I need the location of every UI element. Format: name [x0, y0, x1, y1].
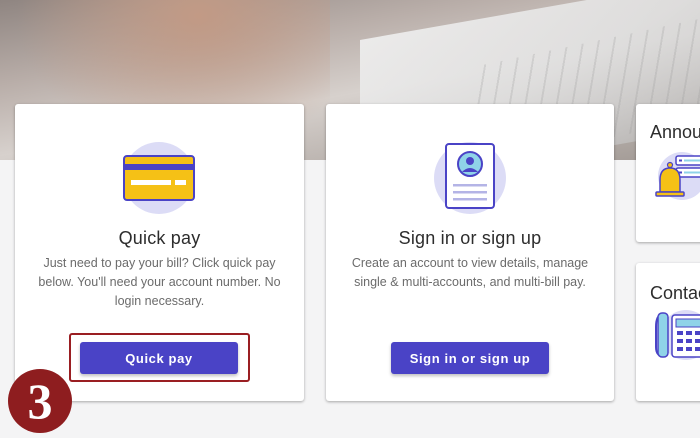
bell-notification-icon [652, 152, 700, 200]
sign-in-card: Sign in or sign up Create an account to … [326, 104, 614, 401]
contact-title: Contac [650, 283, 700, 303]
sign-in-desc-line-1: Create an account to view details, manag… [351, 256, 589, 270]
sign-in-desc-line-2: single & multi-accounts, and multi-bill … [354, 275, 586, 289]
sign-in-button[interactable]: Sign in or sign up [391, 342, 549, 374]
announcements-card[interactable]: Annou [636, 104, 700, 242]
contact-card[interactable]: Contac [636, 263, 700, 401]
quick-pay-title: Quick pay [118, 228, 201, 248]
quick-pay-desc-line-2: below. You'll need your account number. … [38, 275, 281, 289]
quick-pay-highlight-box [69, 333, 250, 382]
telephone-icon [652, 309, 700, 361]
quick-pay-desc-line-3: login necessary. [114, 294, 205, 308]
step-number-badge: 3 [8, 369, 72, 433]
sign-in-description: Create an account to view details, manag… [336, 254, 604, 292]
profile-document-icon [432, 140, 508, 216]
credit-card-icon [119, 140, 199, 216]
sign-in-title: Sign in or sign up [398, 228, 542, 248]
quick-pay-description: Just need to pay your bill? Click quick … [25, 254, 294, 311]
quick-pay-desc-line-1: Just need to pay your bill? Click quick … [43, 256, 276, 270]
announcements-title: Annou [650, 122, 700, 142]
